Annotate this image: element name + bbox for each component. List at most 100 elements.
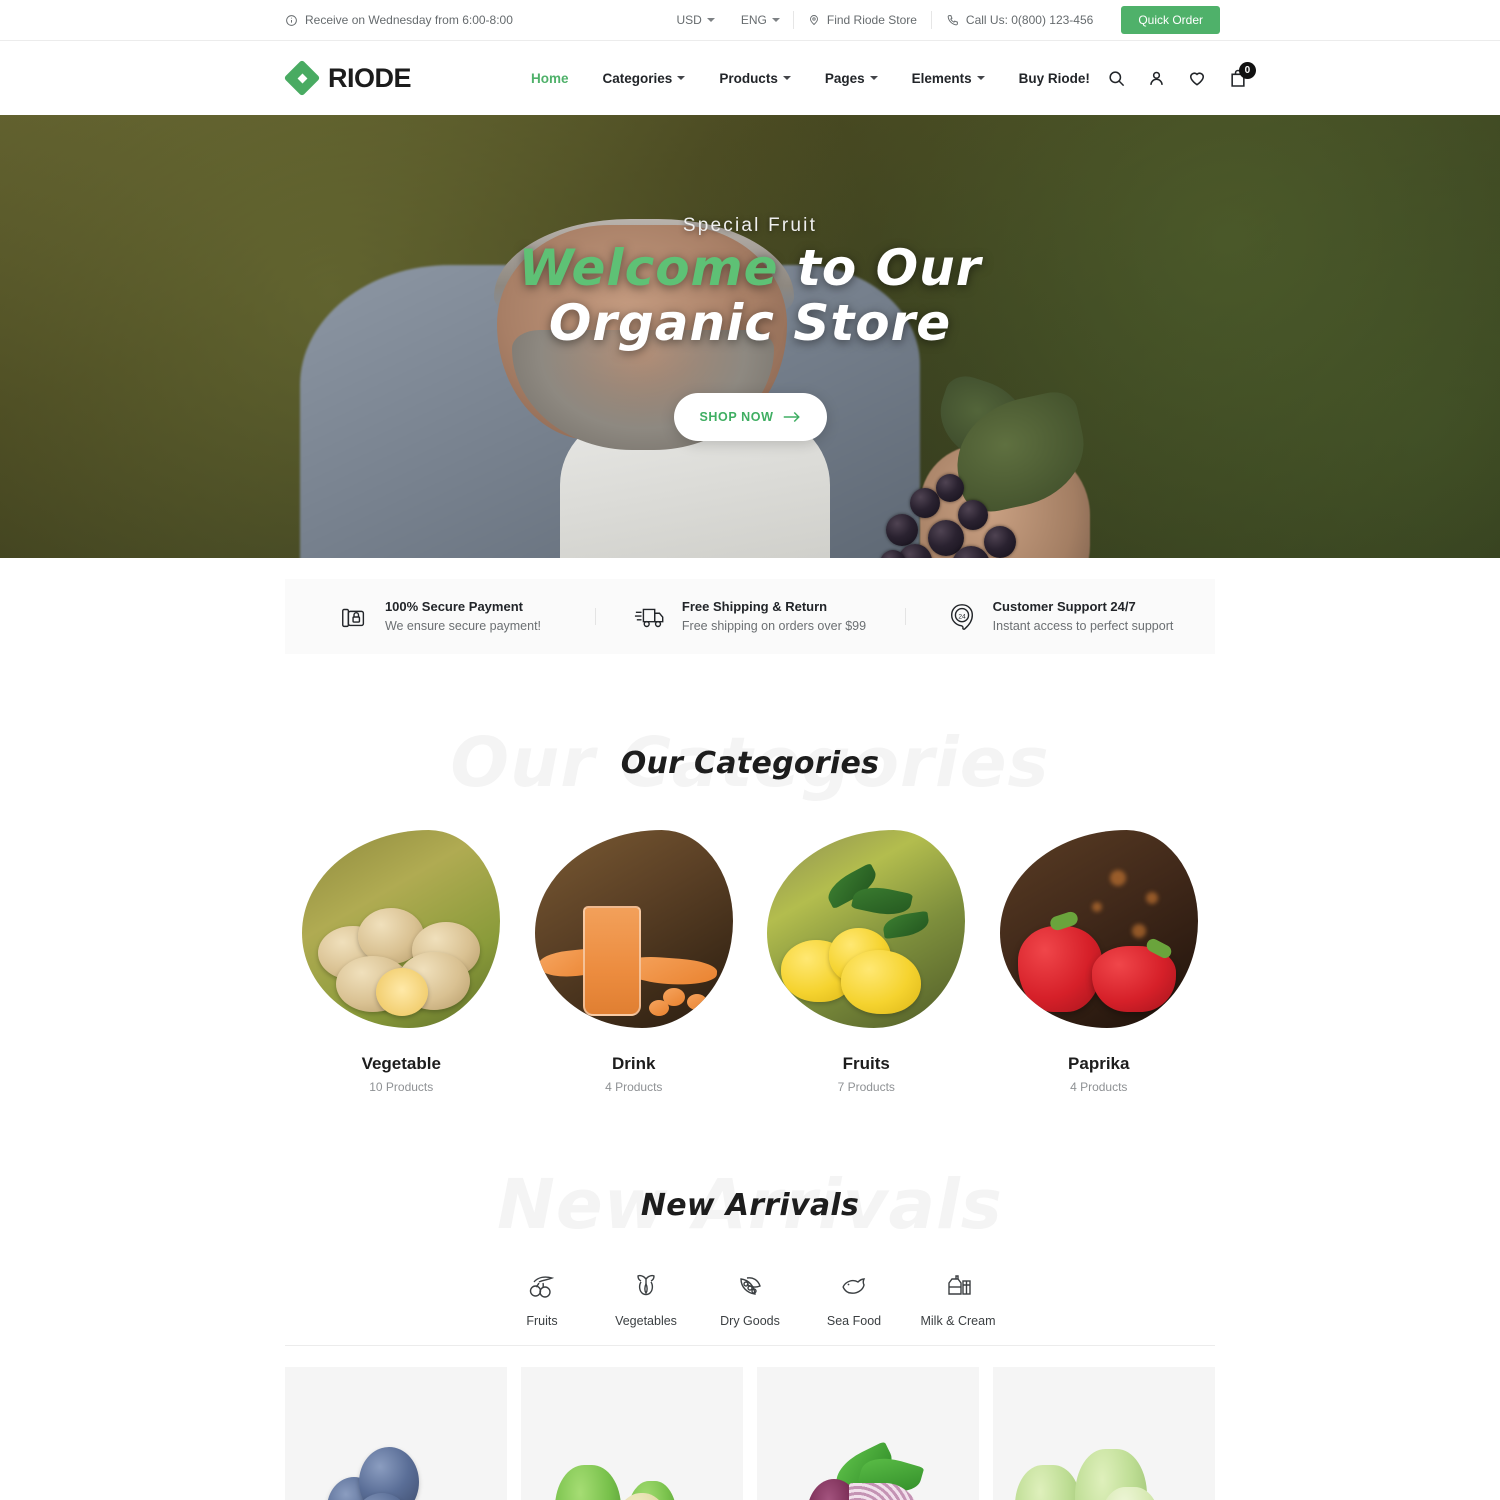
lemons-image <box>767 830 966 1028</box>
store-locator-link[interactable]: Find Riode Store <box>792 11 931 29</box>
search-icon[interactable] <box>1107 69 1126 88</box>
categories-section: Our Categories Our Categories Vegetable … <box>0 714 1500 1094</box>
nav-label: Elements <box>911 70 972 86</box>
product-grid <box>285 1367 1215 1500</box>
category-name: Fruits <box>842 1054 890 1073</box>
nav-item-pages[interactable]: Pages <box>808 71 895 86</box>
top-bar-right: USD ENG Find Riode Store Call Us: 0(800)… <box>664 6 1220 34</box>
arrow-right-icon <box>783 411 801 423</box>
language-value: ENG <box>740 13 767 27</box>
hero-banner: Special Fruit Welcome to Our Organic Sto… <box>0 115 1500 558</box>
tab-vegetables[interactable]: Vegetables <box>594 1266 698 1328</box>
category-count: 4 Products <box>605 1080 663 1094</box>
categories-heading: Our Categories Our Categories <box>0 714 1500 812</box>
support-24-icon: 24 <box>947 602 977 632</box>
nav-label: Buy Riode! <box>1018 70 1090 86</box>
red-bell-peppers-image <box>999 830 1198 1028</box>
main-navigation: Home Categories Products Pages Elements … <box>514 71 1107 86</box>
nav-item-categories[interactable]: Categories <box>586 71 703 86</box>
grapes-cluster <box>880 470 1080 558</box>
hero-title-rest: to Our <box>797 239 982 297</box>
product-card[interactable] <box>993 1367 1215 1500</box>
chevron-down-icon <box>706 18 715 22</box>
phone-link[interactable]: Call Us: 0(800) 123-456 <box>930 11 1107 29</box>
phone-icon <box>946 14 959 27</box>
main-header: RIODE Home Categories Products Pages Ele… <box>0 41 1500 115</box>
shop-now-label: SHOP NOW <box>699 410 774 424</box>
fish-icon <box>802 1266 906 1306</box>
language-selector[interactable]: ENG <box>728 13 793 27</box>
hero-title-highlight: Welcome <box>518 239 779 297</box>
new-arrivals-section: New Arrivals New Arrivals Fruits Vegetab… <box>0 1156 1500 1500</box>
services-section: 100% Secure Payment We ensure secure pay… <box>0 558 1500 654</box>
heart-icon[interactable] <box>1187 68 1207 88</box>
service-title: Customer Support 24/7 <box>992 599 1136 615</box>
nav-item-products[interactable]: Products <box>702 71 808 86</box>
potatoes-image <box>302 830 501 1028</box>
delivery-truck-icon <box>634 602 666 632</box>
service-title: Free Shipping & Return <box>681 599 828 615</box>
tab-sea-food[interactable]: Sea Food <box>802 1266 906 1328</box>
categories-title: Our Categories <box>620 745 880 781</box>
category-count: 10 Products <box>369 1080 434 1094</box>
product-card[interactable] <box>757 1367 979 1500</box>
tab-dry-goods[interactable]: Dry Goods <box>698 1266 802 1328</box>
svg-text:24: 24 <box>958 613 966 620</box>
delivery-notice: Receive on Wednesday from 6:00-8:00 <box>285 13 513 27</box>
category-card-drink[interactable]: Drink 4 Products <box>518 830 751 1094</box>
category-count: 7 Products <box>837 1080 895 1094</box>
new-arrivals-title: New Arrivals <box>640 1187 860 1223</box>
user-icon[interactable] <box>1147 69 1166 88</box>
store-locator-label: Find Riode Store <box>826 13 917 27</box>
top-bar: Receive on Wednesday from 6:00-8:00 USD … <box>0 0 1500 41</box>
cart-icon[interactable]: 0 <box>1228 61 1256 89</box>
tab-milk-cream[interactable]: Milk & Cream <box>906 1266 1010 1328</box>
service-desc: Instant access to perfect support <box>992 618 1174 633</box>
product-card[interactable] <box>521 1367 743 1500</box>
currency-value: USD <box>676 13 702 27</box>
hero-title: Welcome to Our Organic Store <box>0 243 1500 349</box>
services-bar: 100% Secure Payment We ensure secure pay… <box>285 579 1215 654</box>
chevron-down-icon <box>976 76 985 80</box>
pea-pod-icon <box>698 1266 802 1306</box>
product-filter-tabs: Fruits Vegetables Dry Goods Sea Food Mil… <box>285 1266 1215 1328</box>
logo-text: RIODE <box>328 62 412 93</box>
product-card[interactable] <box>285 1367 507 1500</box>
categories-grid: Vegetable 10 Products Drink 4 Products F… <box>285 830 1215 1094</box>
nav-label: Categories <box>602 70 673 86</box>
shop-now-button[interactable]: SHOP NOW <box>673 393 827 441</box>
nav-label: Home <box>531 70 569 86</box>
service-secure-payment: 100% Secure Payment We ensure secure pay… <box>285 598 595 635</box>
nav-item-buy-riode[interactable]: Buy Riode! <box>1002 71 1107 86</box>
secure-payment-icon <box>339 602 369 632</box>
cherries-icon <box>490 1266 594 1306</box>
nav-item-elements[interactable]: Elements <box>895 71 1002 86</box>
nav-item-home[interactable]: Home <box>514 71 586 86</box>
hero-title-line2: Organic Store <box>548 294 952 352</box>
delivery-notice-text: Receive on Wednesday from 6:00-8:00 <box>305 13 513 27</box>
category-name: Paprika <box>1068 1054 1130 1073</box>
nav-label: Products <box>719 70 778 86</box>
phone-label: Call Us: 0(800) 123-456 <box>965 13 1094 27</box>
service-desc: We ensure secure payment! <box>384 618 542 633</box>
category-card-vegetable[interactable]: Vegetable 10 Products <box>285 830 518 1094</box>
category-count: 4 Products <box>1070 1080 1128 1094</box>
site-logo[interactable]: RIODE <box>283 59 412 97</box>
vegetable-icon <box>594 1266 698 1306</box>
service-free-shipping: Free Shipping & Return Free shipping on … <box>595 598 905 635</box>
category-card-fruits[interactable]: Fruits 7 Products <box>750 830 983 1094</box>
riode-diamond-logo <box>283 59 321 97</box>
quick-order-button[interactable]: Quick Order <box>1121 6 1220 34</box>
tab-label: Dry Goods <box>720 1314 780 1328</box>
tab-label: Vegetables <box>615 1314 677 1328</box>
category-card-paprika[interactable]: Paprika 4 Products <box>983 830 1216 1094</box>
hero-content: Special Fruit Welcome to Our Organic Sto… <box>0 215 1500 441</box>
hero-subtitle: Special Fruit <box>682 215 818 236</box>
carrot-juice-image <box>534 830 733 1028</box>
currency-selector[interactable]: USD <box>664 13 728 27</box>
map-pin-icon <box>808 13 820 27</box>
tab-label: Sea Food <box>826 1314 882 1328</box>
new-arrivals-heading: New Arrivals New Arrivals <box>0 1156 1500 1254</box>
tab-fruits[interactable]: Fruits <box>490 1266 594 1328</box>
info-circle-icon <box>285 14 298 27</box>
